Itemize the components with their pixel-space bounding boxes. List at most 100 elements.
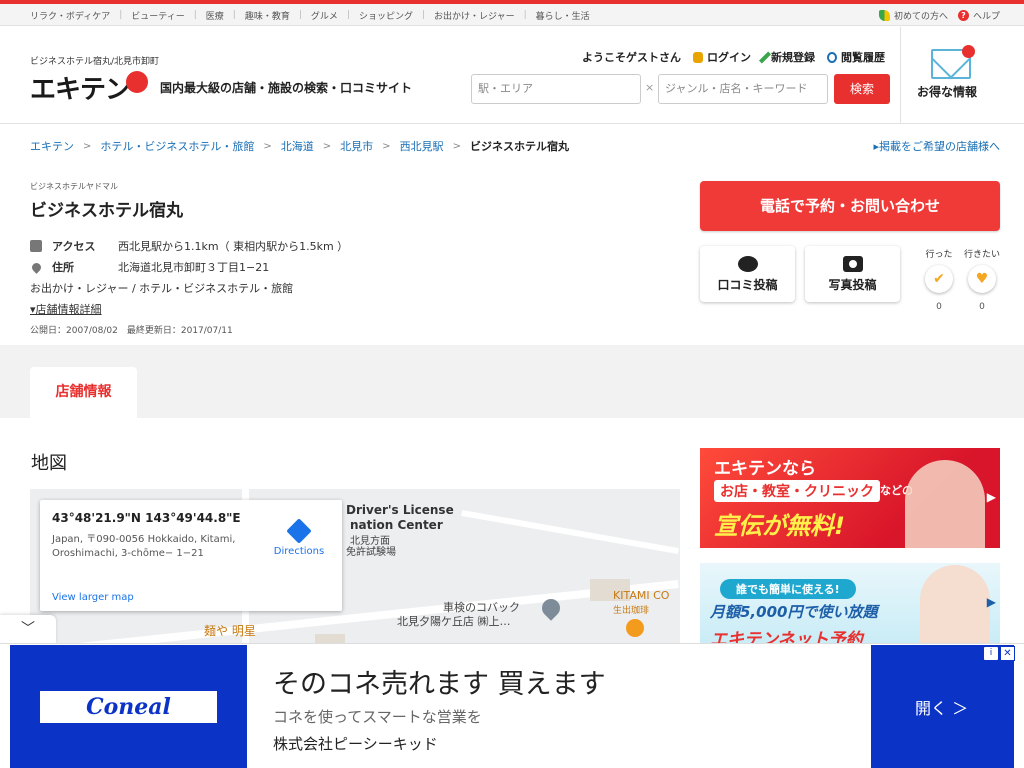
map-info-card: 43°48'21.9"N 143°49'44.8"E Japan, 〒090-0… xyxy=(40,500,342,611)
login-link[interactable]: ログイン xyxy=(693,49,751,65)
woman-image xyxy=(920,565,990,645)
chevron-right-icon: ▶ xyxy=(986,490,996,504)
address-value: 北海道北見市卸町３丁目1−21 xyxy=(118,261,270,274)
category-living[interactable]: 暮らし・生活 xyxy=(536,9,590,22)
net-reserve-banner[interactable]: 誰でも簡単に使える! 月額5,000円で使い放題 エキテンネット予約 ▶ xyxy=(700,563,1000,645)
notification-badge xyxy=(962,45,975,58)
keyword-search-input[interactable]: ジャンル・店名・キーワード xyxy=(658,74,828,104)
ad-brand-panel: Coneal xyxy=(10,645,247,768)
site-header: ビジネスホテル宿丸/北見市卸町 エキテン 国内最大級の店舗・施設の検索・口コミサ… xyxy=(0,27,1024,124)
chevron-right-icon: > xyxy=(382,140,391,152)
category-shopping[interactable]: ショッピング xyxy=(359,9,413,22)
ad-headline: そのコネ売れます 買えます xyxy=(273,669,606,700)
area-search-input[interactable]: 駅・エリア xyxy=(471,74,641,104)
went-toggle[interactable]: 行った ✔ 0 xyxy=(921,247,957,312)
history-link[interactable]: 閲覧履歴 xyxy=(827,49,885,65)
cafe-icon[interactable] xyxy=(626,619,644,637)
search-button[interactable]: 検索 xyxy=(834,74,890,104)
breadcrumb-item[interactable]: 北海道 xyxy=(281,138,314,154)
address-row: 住所 北海道北見市卸町３丁目1−21 xyxy=(30,259,269,275)
map-label: nation Center xyxy=(350,518,443,532)
map-label: 北見夕陽ケ丘店 ㈱上… xyxy=(397,615,511,628)
ad-open-button[interactable]: 開く ＞ xyxy=(871,645,1014,768)
breadcrumb-current: ビジネスホテル宿丸 xyxy=(469,140,569,153)
people-image xyxy=(905,460,985,548)
category-relax[interactable]: リラク・ボディケア xyxy=(30,9,110,22)
camera-icon xyxy=(842,256,863,272)
map-address: Japan, 〒090-0056 Hokkaido, Kitami, Orosh… xyxy=(52,534,236,559)
welcome-text: ようこそゲストさん xyxy=(582,51,681,64)
breadcrumb-item[interactable]: エキテン xyxy=(30,138,74,154)
clear-icon[interactable]: × xyxy=(645,81,654,94)
help-link[interactable]: ヘルプ xyxy=(973,9,1000,22)
breadcrumb-trail: エキテン > ホテル・ビジネスホテル・旅館 > 北海道 > 北見市 > 西北見駅 > ビジ… xyxy=(30,138,569,154)
map-label: 免許試験場 xyxy=(346,547,396,558)
free-ad-banner[interactable]: エキテンなら お店・教室・クリニック などの 宣伝が無料! ▶ xyxy=(700,448,1000,548)
map-label: 生出珈琲 xyxy=(613,606,650,616)
site-logo[interactable]: エキテン xyxy=(30,71,149,105)
chevron-right-icon: > xyxy=(322,140,332,152)
want-count: 0 xyxy=(979,302,985,312)
deals-button[interactable]: お得な情報 xyxy=(900,27,1024,124)
call-reserve-button[interactable]: 電話で予約・お問い合わせ xyxy=(700,181,1000,231)
heart-icon[interactable]: ♥ xyxy=(968,265,996,293)
map-coordinates: 43°48'21.9"N 143°49'44.8"E xyxy=(52,511,241,525)
beginner-leaf-icon xyxy=(878,9,890,21)
logo-text: エキテン xyxy=(30,74,131,105)
check-icon[interactable]: ✔ xyxy=(925,265,953,293)
access-value: 西北見駅から1.1km（ 東相内駅から1.5km ） xyxy=(118,240,349,253)
google-map[interactable]: Driver's License nation Center 北見方面 免許試験… xyxy=(30,489,680,649)
directions-arrow-icon xyxy=(286,518,312,544)
post-photo-button[interactable]: 写真投稿 xyxy=(805,246,900,302)
pencil-icon xyxy=(758,50,772,64)
chevron-right-icon: > xyxy=(263,140,272,152)
chevron-right-icon: > xyxy=(452,140,461,152)
register-link[interactable]: 新規登録 xyxy=(758,49,815,65)
map-heading: 地図 xyxy=(31,453,67,474)
help-links: 初めての方へ ? ヘルプ xyxy=(878,4,1000,26)
breadcrumb-item[interactable]: 北見市 xyxy=(340,138,373,154)
shop-kana: ビジネスホテルヤドマル xyxy=(30,182,118,191)
shop-categories: お出かけ・レジャー / ホテル・ビジネスホテル・旅館 xyxy=(30,282,294,295)
first-time-link[interactable]: 初めての方へ xyxy=(894,9,948,22)
chevron-down-icon: ﹀ xyxy=(21,621,35,637)
chevron-right-icon: > xyxy=(83,140,92,152)
category-beauty[interactable]: ビューティー xyxy=(131,9,184,22)
map-label: Driver's License xyxy=(346,503,454,517)
ad-close-icon[interactable]: ✕ xyxy=(1000,646,1015,661)
chevron-right-icon: ▶ xyxy=(986,595,996,609)
shop-detail-link[interactable]: ▾店舗情報詳細 xyxy=(30,301,102,317)
help-icon: ? xyxy=(957,9,969,21)
ad-info-icon[interactable]: i xyxy=(983,646,999,661)
ad-company: 株式会社ピーシーキッド xyxy=(273,735,438,753)
category-hobby[interactable]: 趣味・教育 xyxy=(245,9,290,22)
site-tagline: 国内最大級の店舗・施設の検索・口コミサイト xyxy=(160,81,413,95)
breadcrumb-item[interactable]: ホテル・ビジネスホテル・旅館 xyxy=(100,138,254,154)
category-links: リラク・ボディケア | ビューティー | 医療 | 趣味・教育 | グルメ | ショッピン… xyxy=(30,9,590,22)
ad-brand-logo: Coneal xyxy=(40,691,217,723)
map-label: 麺や 明星 xyxy=(204,624,256,638)
publish-dates: 公開日：2007/08/02 最終更新日：2017/07/11 xyxy=(30,326,233,336)
tab-band: 店舗情報 xyxy=(0,345,1024,418)
breadcrumb-item[interactable]: 西北見駅 xyxy=(400,138,444,154)
bottom-ad-banner[interactable]: Coneal そのコネ売れます 買えます コネを使ってスマートな営業を 株式会社… xyxy=(0,643,1024,768)
train-icon xyxy=(30,240,42,252)
category-medical[interactable]: 医療 xyxy=(206,9,224,22)
breadcrumb: エキテン > ホテル・ビジネスホテル・旅館 > 北海道 > 北見市 > 西北見駅 > ビジ… xyxy=(0,124,1024,164)
category-gourmet[interactable]: グルメ xyxy=(311,9,338,22)
view-larger-map-link[interactable]: View larger map xyxy=(52,592,134,603)
map-label: KITAMI CO xyxy=(613,589,670,602)
deals-label: お得な情報 xyxy=(917,85,978,99)
site-crumb: ビジネスホテル宿丸/北見市卸町 xyxy=(30,57,160,67)
history-icon xyxy=(827,51,837,63)
owner-listing-link[interactable]: ▸掲載をご希望の店舗様へ xyxy=(873,138,1000,154)
tab-shop-info[interactable]: 店舗情報 xyxy=(30,367,137,418)
post-review-button[interactable]: 口コミ投稿 xyxy=(700,246,795,302)
directions-button[interactable]: Directions xyxy=(269,518,329,557)
want-toggle[interactable]: 行きたい ♥ 0 xyxy=(964,247,1000,312)
category-leisure[interactable]: お出かけ・レジャー xyxy=(434,9,515,22)
collapse-ad-button[interactable]: ﹀ xyxy=(0,615,56,643)
logo-dot-icon xyxy=(126,71,149,93)
speech-bubble-icon xyxy=(737,256,758,272)
category-bar: リラク・ボディケア | ビューティー | 医療 | 趣味・教育 | グルメ | ショッピン… xyxy=(0,4,1024,26)
